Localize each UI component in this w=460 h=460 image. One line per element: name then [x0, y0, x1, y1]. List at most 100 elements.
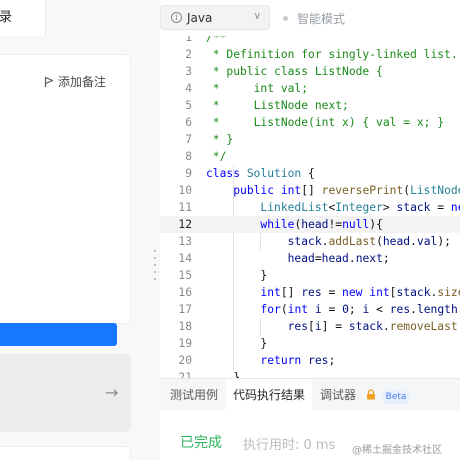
code-text: while(head!=null){	[206, 216, 382, 233]
handle-dot	[154, 278, 156, 280]
line-number: 21	[178, 371, 192, 378]
code-token: Solution	[246, 167, 302, 180]
code-token: res	[308, 354, 329, 367]
code-token: int	[260, 286, 281, 299]
code-token: ne	[450, 201, 460, 214]
line-number: 11	[178, 201, 192, 214]
code-token: size	[437, 286, 460, 299]
code-line[interactable]: 11 LinkedList<Integer> stack = ne	[160, 199, 460, 216]
code-token: * }	[206, 133, 234, 146]
code-token: [	[308, 320, 315, 333]
handle-dot	[154, 257, 156, 259]
code-token: public	[233, 184, 281, 197]
code-line[interactable]: 9 class Solution {	[160, 165, 460, 182]
code-token: (	[376, 235, 383, 248]
code-token: <	[369, 303, 390, 316]
code-token: ;	[348, 303, 363, 316]
tab-testcase[interactable]: 测试用例	[170, 379, 228, 411]
code-token: null	[342, 218, 370, 231]
code-line[interactable]: 3 * public class ListNode {	[160, 63, 460, 80]
code-line[interactable]: 2 * Definition for singly-linked list.	[160, 46, 460, 63]
code-token: class	[206, 167, 247, 180]
tab-submission-records[interactable]: 记录	[0, 0, 46, 36]
code-text: * }	[206, 131, 233, 148]
code-token: int	[280, 184, 302, 197]
code-token: val	[416, 235, 438, 248]
line-number: 8	[185, 150, 192, 163]
code-token: =	[314, 252, 322, 265]
code-token: * ListNode(int x) { val = x; }	[206, 116, 445, 129]
code-token: []	[280, 286, 302, 299]
smart-mode-toggle[interactable]: 智能模式	[283, 10, 345, 27]
line-number: 14	[178, 252, 192, 265]
code-token: ] =	[321, 320, 349, 333]
beta-badge: Beta	[382, 391, 410, 404]
line-number: 12	[178, 218, 192, 231]
line-number: 7	[185, 133, 192, 146]
code-line[interactable]: 7 * }	[160, 131, 460, 148]
line-number: 1	[185, 36, 192, 44]
code-line[interactable]: 5 * ListNode next;	[160, 97, 460, 114]
code-line[interactable]: 14 head=head.next;	[160, 250, 460, 267]
code-token: LinkedList	[260, 201, 329, 214]
code-line[interactable]: 21 }	[160, 369, 460, 378]
line-number: 10	[178, 184, 192, 197]
tab-testcase-label: 测试用例	[170, 388, 219, 402]
code-line[interactable]: 15 }	[160, 267, 460, 284]
line-number: 16	[178, 286, 192, 299]
code-line[interactable]: 12 while(head!=null){	[160, 216, 460, 233]
code-line[interactable]: 4 * int val;	[160, 80, 460, 97]
code-line[interactable]: 1 /**	[160, 36, 460, 46]
code-line[interactable]: 16 int[] res = new int[stack.size	[160, 284, 460, 301]
left-tab-bar: 记录	[0, 0, 156, 36]
code-token: .	[382, 320, 390, 333]
code-line[interactable]: 6 * ListNode(int x) { val = x; }	[160, 114, 460, 131]
code-text: }	[206, 369, 240, 378]
code-editor[interactable]: 1 /** 2 * Definition for singly-linked lis…	[160, 36, 460, 378]
tab-submission-records-label: 记录	[0, 10, 13, 25]
code-token: removeLast	[389, 320, 458, 333]
code-token: head	[321, 252, 349, 265]
line-number: 18	[178, 320, 192, 333]
code-token: ;	[328, 354, 336, 367]
code-line[interactable]: 10 public int[] reversePrint(ListNode	[160, 182, 460, 199]
code-token: i	[314, 303, 322, 316]
primary-action-button[interactable]	[0, 323, 117, 346]
add-note-button[interactable]: 添加备注	[44, 73, 106, 90]
code-line[interactable]: 20 return res;	[160, 352, 460, 369]
code-token: * Definition for singly-linked list.	[206, 48, 458, 61]
line-number: 6	[185, 116, 192, 129]
code-token: =	[321, 286, 343, 299]
code-token: .	[348, 252, 356, 265]
status-dot-icon	[283, 16, 288, 21]
code-line[interactable]: 17 for(int i = 0; i < res.length	[160, 301, 460, 318]
line-number: 19	[178, 337, 192, 350]
code-text: for(int i = 0; i < res.length	[206, 301, 458, 318]
arrow-right-icon[interactable]: →	[105, 383, 118, 402]
code-text: * public class ListNode {	[206, 63, 383, 80]
panel-resize-handle[interactable]	[154, 250, 157, 290]
code-token: 0	[342, 303, 349, 316]
code-token: head	[382, 235, 411, 248]
code-token: next	[355, 252, 383, 265]
code-line[interactable]: 18 res[i] = stack.removeLast(	[160, 318, 460, 335]
code-text: }	[206, 335, 267, 352]
language-select-value: Java	[187, 10, 213, 25]
status-text: 已完成	[180, 435, 222, 451]
code-token: }	[206, 337, 268, 350]
code-line[interactable]: 8 */	[160, 148, 460, 165]
language-select[interactable]: i Java ∨	[160, 5, 270, 30]
code-line[interactable]: 19 }	[160, 335, 460, 352]
tab-debugger[interactable]: 调试器 Beta	[320, 379, 420, 411]
code-line[interactable]: 13 stack.addLast(head.val);	[160, 233, 460, 250]
code-token: length	[416, 303, 458, 316]
code-token: }	[206, 269, 268, 282]
tab-run-result[interactable]: 代码执行结果	[226, 379, 312, 411]
line-number: 5	[185, 99, 192, 112]
code-text: class Solution {	[206, 165, 315, 182]
code-token: i	[314, 320, 322, 333]
